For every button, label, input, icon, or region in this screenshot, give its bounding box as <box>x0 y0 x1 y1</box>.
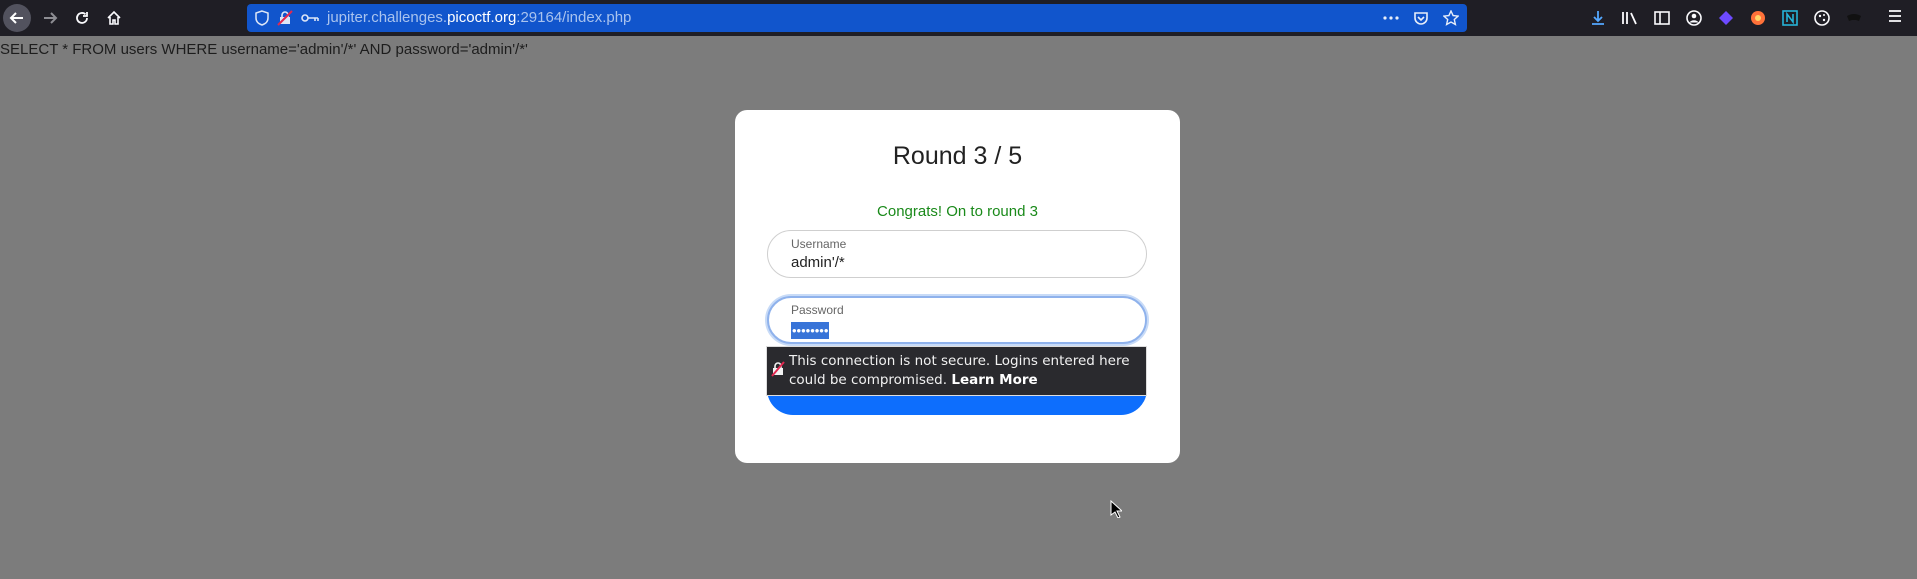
reload-button[interactable] <box>68 4 96 32</box>
browser-toolbar: jupiter.challenges.picoctf.org:29164/ind… <box>0 0 1917 36</box>
round-title: Round 3 / 5 <box>892 142 1023 170</box>
forward-button[interactable] <box>36 4 64 32</box>
username-field[interactable]: Username admin'/* <box>767 230 1147 278</box>
mouse-cursor-icon <box>1110 500 1122 518</box>
url-text[interactable]: jupiter.challenges.picoctf.org:29164/ind… <box>327 4 631 32</box>
shield-icon[interactable] <box>255 10 269 26</box>
home-button[interactable] <box>100 4 128 32</box>
insecure-login-warning: This connection is not secure. Logins en… <box>766 346 1147 396</box>
extension-button-2[interactable] <box>1748 8 1768 28</box>
back-button[interactable] <box>3 4 31 32</box>
congrats-message: Congrats! On to round 3 <box>877 203 1038 220</box>
password-value: •••••••• <box>791 322 830 339</box>
insecure-lock-icon[interactable] <box>277 10 293 26</box>
sql-query-text: SELECT * FROM users WHERE username='admi… <box>0 41 528 58</box>
home-icon <box>107 10 121 25</box>
insecure-lock-icon <box>771 361 785 377</box>
key-icon[interactable] <box>301 12 319 24</box>
ellipsis-icon[interactable] <box>1383 16 1399 20</box>
reload-icon <box>76 12 88 24</box>
login-card: Round 3 / 5 Congrats! On to round 3 User… <box>735 110 1180 463</box>
account-button[interactable] <box>1684 8 1704 28</box>
username-label: Username <box>791 237 847 251</box>
account-icon <box>1686 10 1702 26</box>
mask-extension-icon <box>1847 14 1861 21</box>
pocket-icon[interactable] <box>1413 10 1429 26</box>
learn-more-link[interactable]: Learn More <box>951 372 1037 388</box>
cookie-icon <box>1814 10 1830 26</box>
library-icon <box>1622 12 1637 25</box>
menu-button[interactable] <box>1887 8 1903 29</box>
downloads-button[interactable] <box>1588 8 1608 28</box>
warning-text: This connection is not secure. Logins en… <box>789 352 1139 390</box>
extension-button-4[interactable] <box>1812 8 1832 28</box>
url-bar[interactable]: jupiter.challenges.picoctf.org:29164/ind… <box>247 4 1467 32</box>
firefox-relay-icon <box>1751 11 1765 25</box>
library-button[interactable] <box>1620 8 1640 28</box>
password-field[interactable]: Password •••••••• <box>767 296 1147 344</box>
username-value: admin'/* <box>791 254 845 271</box>
url-suffix: :29164/index.php <box>516 9 632 26</box>
star-icon[interactable] <box>1443 10 1459 26</box>
sidebar-icon <box>1654 11 1670 25</box>
arrow-right-icon <box>44 12 58 24</box>
arrow-left-icon <box>9 12 23 24</box>
proton-extension-icon <box>1719 11 1733 25</box>
hamburger-menu-icon <box>1889 10 1901 22</box>
extension-button-1[interactable] <box>1716 8 1736 28</box>
url-prefix: jupiter.challenges. <box>327 9 448 26</box>
extension-button-3[interactable] <box>1780 8 1800 28</box>
notion-extension-icon <box>1782 10 1798 26</box>
url-host: picoctf.org <box>447 9 517 26</box>
password-label: Password <box>791 303 844 317</box>
extension-button-5[interactable] <box>1844 8 1864 28</box>
sidebar-button[interactable] <box>1652 8 1672 28</box>
download-icon <box>1592 11 1604 25</box>
